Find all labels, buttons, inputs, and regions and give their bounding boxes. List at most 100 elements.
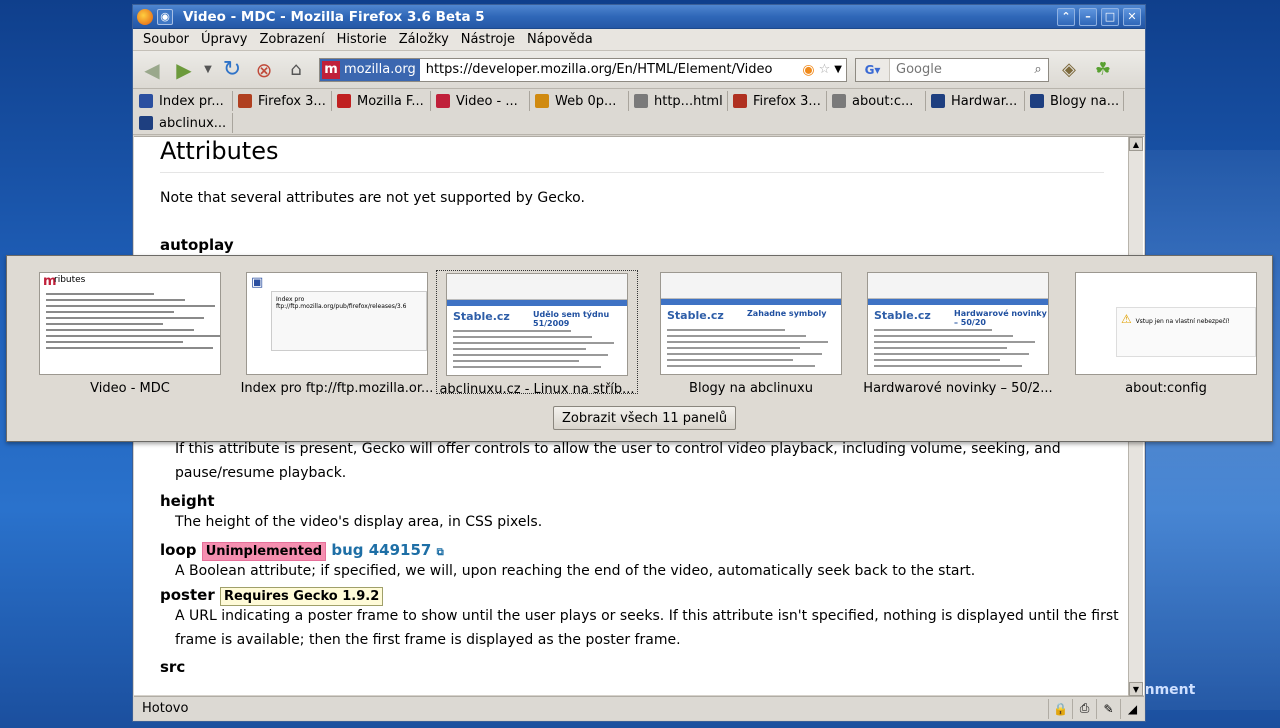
page-icon: [634, 94, 648, 108]
maximize-button[interactable]: □: [1101, 7, 1119, 26]
tab-thumbnail: Stable.cz Udělo sem týdnu 51/2009: [446, 273, 628, 376]
bookmark-label: about:c...: [852, 93, 914, 109]
menu-napoveda[interactable]: Nápověda: [521, 32, 599, 47]
titlebar[interactable]: ◉ Video - MDC - Mozilla Firefox 3.6 Beta…: [133, 5, 1145, 29]
search-magnifier-icon[interactable]: ⌕: [1028, 62, 1048, 77]
tab-thumbnail: Stable.cz Hardwarové novinky – 50/20: [867, 272, 1049, 375]
penguin-icon: [1030, 94, 1044, 108]
attr-loop-row: loop Unimplemented bug 449157 ⧉: [160, 541, 1140, 561]
tab-preview-label: Index pro ftp://ftp.mozilla.or...: [240, 381, 434, 396]
robot-icon: [238, 94, 252, 108]
bookmark-item[interactable]: Hardwar...: [927, 91, 1025, 111]
menu-soubor[interactable]: Soubor: [137, 32, 195, 47]
resize-grip-icon[interactable]: ◢: [1120, 698, 1144, 719]
bookmark-item[interactable]: Firefox 3...: [729, 91, 827, 111]
tab-preview-item[interactable]: Stable.cz Zahadne symboly Blogy na abclinu…: [650, 270, 852, 396]
tab-preview-label: Video - MDC: [90, 381, 170, 396]
tab-preview-item[interactable]: ⚠ Vstup jen na vlastní nebezpečí! about:c…: [1065, 270, 1267, 396]
back-arrow-icon[interactable]: ◀: [137, 55, 167, 85]
lock-icon[interactable]: 🔒: [1048, 698, 1072, 719]
menu-zalozky[interactable]: Záložky: [393, 32, 455, 47]
firefox-icon[interactable]: [137, 8, 153, 25]
url-bar[interactable]: m mozilla.org https://developer.mozilla.…: [319, 57, 847, 82]
bookmark-item[interactable]: http...html: [630, 91, 728, 111]
bookmark-item[interactable]: Video - ...: [432, 91, 530, 111]
home-icon[interactable]: ⌂: [281, 55, 311, 85]
addon-status-icon[interactable]: ⎙: [1072, 698, 1096, 719]
bookmark-label: Hardwar...: [951, 93, 1018, 109]
thumb-header: [868, 273, 1048, 299]
bookmark-label: Firefox 3...: [753, 93, 821, 109]
car-icon: [733, 94, 747, 108]
bookmark-item[interactable]: Mozilla F...: [333, 91, 431, 111]
stop-icon[interactable]: ⊗: [249, 55, 279, 85]
bookmark-item[interactable]: Firefox 3...: [234, 91, 332, 111]
rss-feed-icon[interactable]: ◉: [802, 62, 814, 78]
bookmark-star-icon[interactable]: ☆: [819, 62, 831, 77]
page-icon: [832, 94, 846, 108]
penguin-icon: [931, 94, 945, 108]
scroll-down-arrow-icon[interactable]: ▼: [1129, 682, 1143, 696]
close-button[interactable]: ✕: [1123, 7, 1141, 26]
menu-upravy[interactable]: Úpravy: [195, 32, 253, 47]
menu-nastroje[interactable]: Nástroje: [455, 32, 521, 47]
menu-zobrazeni[interactable]: Zobrazení: [253, 32, 330, 47]
thumb-brand: Stable.cz: [874, 309, 931, 322]
thumb-ftp-box: Index pro ftp://ftp.mozilla.org/pub/fire…: [271, 291, 427, 351]
tab-preview-item[interactable]: Stable.cz Hardwarové novinky – 50/20 Hardw…: [857, 270, 1059, 396]
tab-preview-item[interactable]: ▣ Index pro ftp://ftp.mozilla.org/pub/fir…: [236, 270, 438, 396]
bookmark-label: http...html: [654, 93, 723, 109]
tab-preview-item[interactable]: Stable.cz Udělo sem týdnu 51/2009 abclinux…: [436, 270, 638, 397]
bookmark-label: Web 0p...: [555, 93, 617, 109]
menu-historie[interactable]: Historie: [331, 32, 393, 47]
bookmark-item[interactable]: Web 0p...: [531, 91, 629, 111]
bookmark-label: abclinux...: [159, 115, 227, 131]
history-dropdown-icon[interactable]: ▼: [201, 55, 215, 85]
roll-up-button[interactable]: ⌃: [1057, 7, 1075, 26]
brush-icon[interactable]: ✎: [1096, 698, 1120, 719]
search-input[interactable]: [890, 61, 1028, 78]
bookmark-label: Video - ...: [456, 93, 518, 109]
poster-desc-line2: frame is available; then the first frame…: [175, 632, 681, 648]
thumb-title: ributes: [54, 275, 86, 285]
article: Attributes Note that several attributes …: [160, 137, 1119, 676]
google-engine-icon[interactable]: G▾: [856, 58, 890, 81]
section-heading: Attributes: [160, 137, 279, 165]
search-bar[interactable]: G▾ ⌕: [855, 57, 1049, 82]
attr-height-desc: The height of the video's display area, …: [175, 514, 543, 530]
bookmarks-toolbar: Index pr... Firefox 3... Mozilla F... Video…: [133, 89, 1145, 135]
thumb-brand: Stable.cz: [667, 309, 724, 322]
scroll-up-arrow-icon[interactable]: ▲: [1129, 137, 1143, 151]
url-text[interactable]: https://developer.mozilla.org/En/HTML/El…: [426, 62, 803, 77]
navigation-toolbar: ◀ ▶ ▼ ↻ ⊗ ⌂ m mozilla.org https://develo…: [133, 51, 1145, 89]
show-all-tabs-button[interactable]: Zobrazit všech 11 panelů: [553, 406, 737, 430]
tab-preview-item[interactable]: m ributes Video - MDC: [29, 270, 231, 396]
controls-description: If this attribute is present, Gecko will…: [175, 437, 1061, 485]
heading-divider: [160, 172, 1104, 173]
bookmark-item[interactable]: Blogy na...: [1026, 91, 1124, 111]
thumb-title: Index pro ftp://ftp.mozilla.org/pub/fire…: [276, 296, 407, 310]
tab-thumbnail: m ributes: [39, 272, 221, 375]
bookmark-item[interactable]: Index pr...: [135, 91, 233, 111]
thumb-nav: [661, 299, 841, 305]
url-dropdown-icon[interactable]: ▼: [834, 64, 842, 75]
attr-autoplay: autoplay: [160, 236, 234, 254]
minimize-button[interactable]: –: [1079, 7, 1097, 26]
thumb-text-lines: [667, 325, 835, 371]
attr-height: height: [160, 492, 215, 510]
addon-gecko-icon[interactable]: ☘: [1089, 56, 1117, 84]
site-identity-button[interactable]: m mozilla.org: [320, 58, 420, 81]
bookmark-item[interactable]: abclinux...: [135, 113, 233, 133]
reload-icon[interactable]: ↻: [217, 55, 247, 85]
forward-arrow-icon[interactable]: ▶: [169, 55, 199, 85]
bug-link[interactable]: bug 449157: [331, 541, 431, 559]
controls-desc-line2: pause/resume playback.: [175, 465, 347, 481]
tab-thumbnail: ⚠ Vstup jen na vlastní nebezpečí!: [1075, 272, 1257, 375]
bookmark-item[interactable]: about:c...: [828, 91, 926, 111]
addon-package-icon[interactable]: ◈: [1055, 56, 1083, 84]
window-menu-icon[interactable]: ◉: [157, 8, 173, 25]
monitor-icon: ▣: [251, 275, 264, 290]
tab-preview-label: Blogy na abclinuxu: [689, 381, 813, 396]
thumb-nav: [447, 300, 627, 306]
site-identity-label: mozilla.org: [344, 62, 416, 77]
